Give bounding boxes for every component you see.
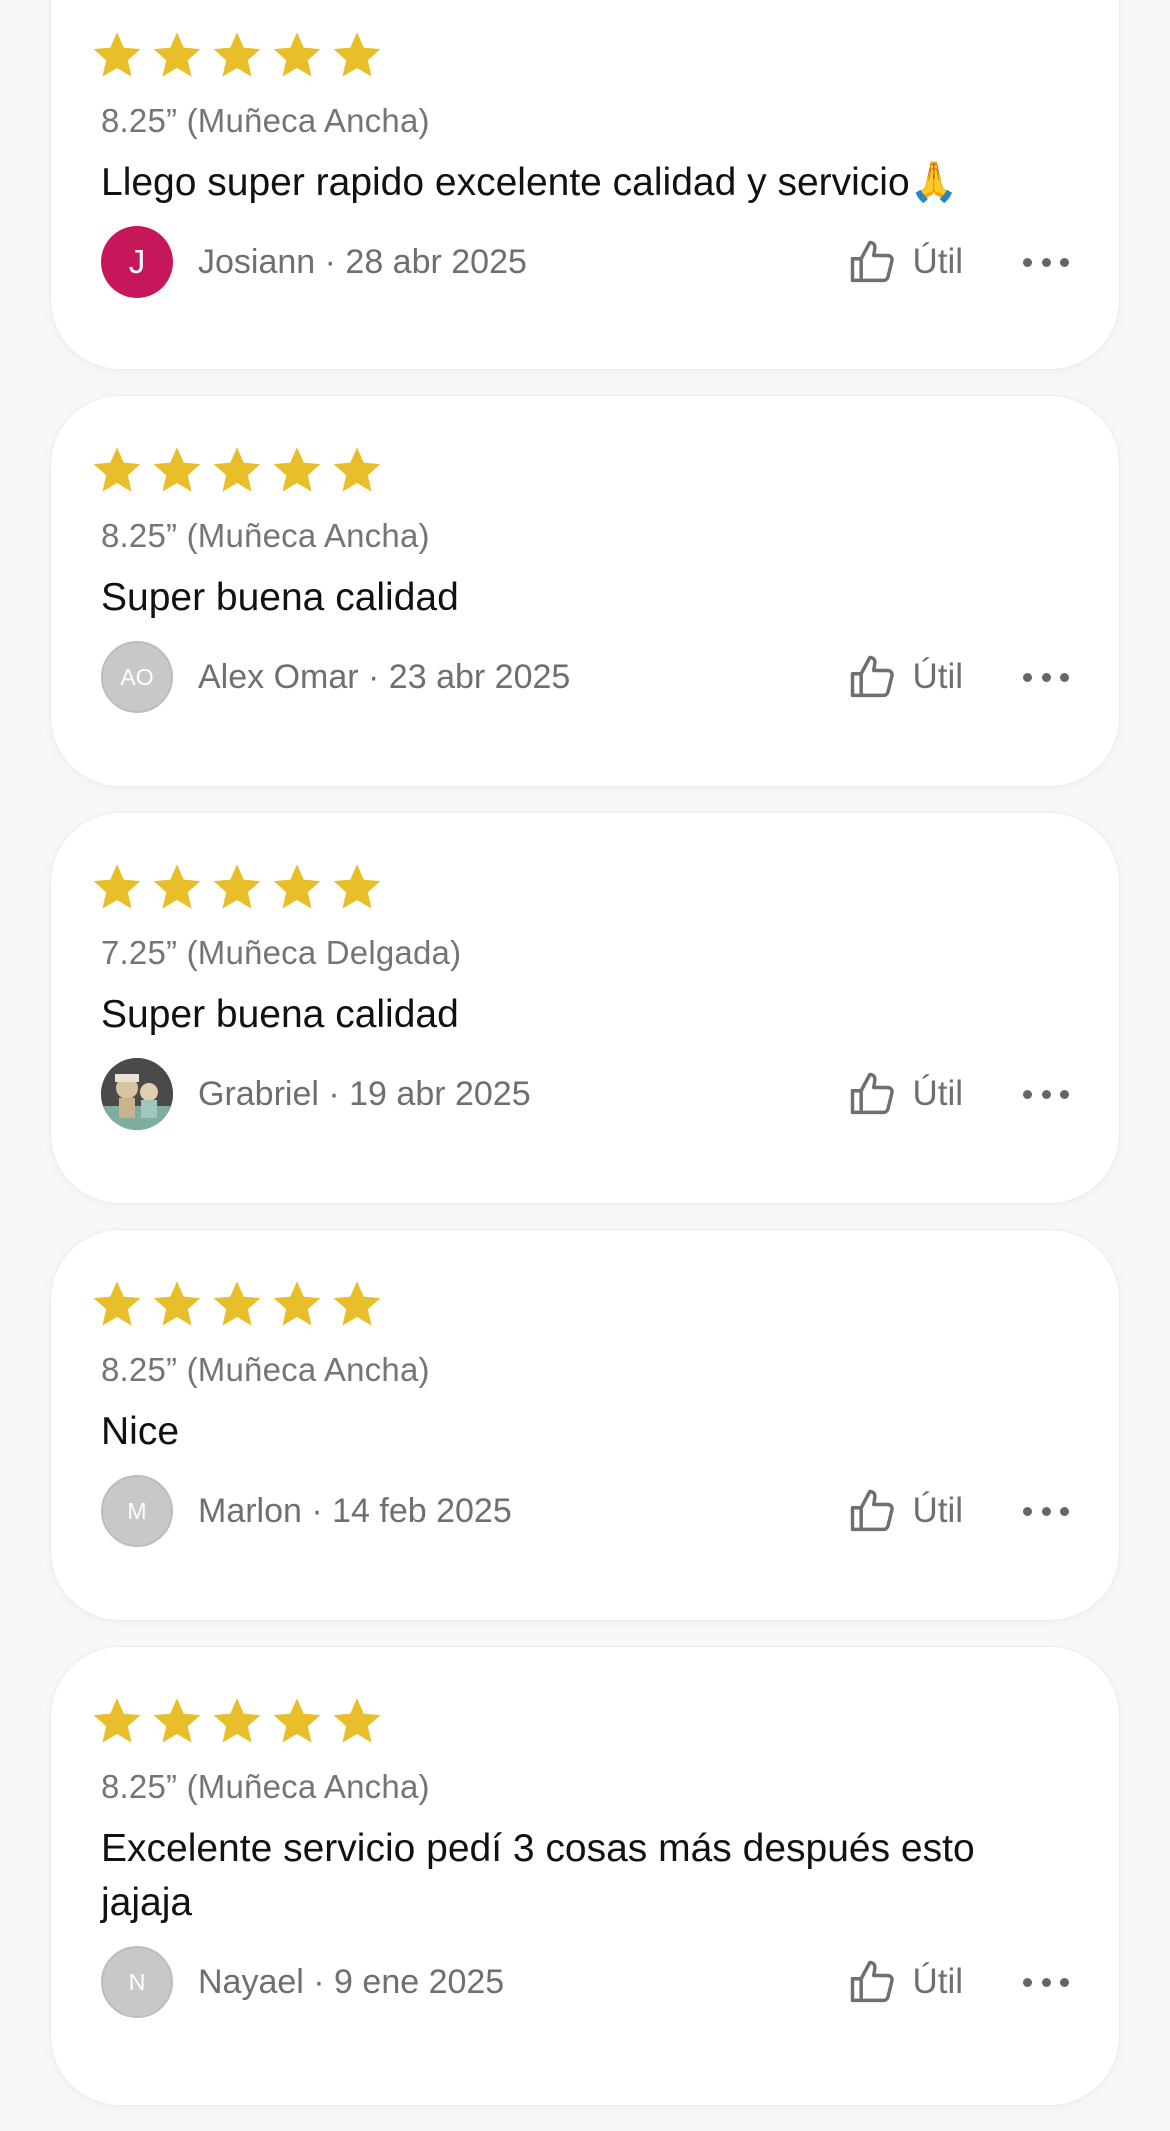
review-variant: 8.25” (Muñeca Ancha) bbox=[101, 102, 430, 139]
helpful-label: Útil bbox=[912, 657, 963, 696]
review-meta: AO Alex Omar · 23 abr 2025 Útil bbox=[91, 641, 1069, 753]
star-icon bbox=[153, 447, 201, 492]
helpful-label: Útil bbox=[912, 1962, 963, 2001]
star-icon bbox=[273, 32, 321, 77]
star-icon bbox=[93, 32, 141, 77]
star-icon bbox=[213, 1698, 261, 1743]
review-card: 8.25” (Muñeca Ancha) Super buena calidad… bbox=[50, 395, 1120, 787]
reviewer-name-date: Grabriel · 19 abr 2025 bbox=[198, 1074, 531, 1113]
star-icon bbox=[213, 864, 261, 909]
avatar[interactable]: M bbox=[101, 1475, 173, 1547]
avatar-photo-image bbox=[101, 1058, 173, 1130]
star-icon bbox=[273, 1698, 321, 1743]
reviewer-name-date: Nayael · 9 ene 2025 bbox=[198, 1962, 505, 2001]
star-icon bbox=[93, 447, 141, 492]
avatar[interactable]: N bbox=[101, 1946, 173, 2018]
star-icon bbox=[153, 1698, 201, 1743]
thumbs-up-icon bbox=[851, 1489, 895, 1532]
star-icon bbox=[153, 1281, 201, 1326]
avatar[interactable]: AO bbox=[101, 641, 173, 713]
review-meta: N Nayael · 9 ene 2025 Útil bbox=[91, 1946, 1069, 2058]
more-options-icon[interactable] bbox=[1023, 1087, 1069, 1101]
helpful-label: Útil bbox=[912, 1074, 963, 1113]
helpful-label: Útil bbox=[912, 242, 963, 281]
review-text: Super buena calidad bbox=[101, 993, 459, 1036]
star-icon bbox=[333, 864, 381, 909]
star-icon bbox=[153, 32, 201, 77]
thumbs-up-icon bbox=[851, 1072, 895, 1115]
star-rating bbox=[91, 1647, 1069, 1750]
thumbs-up-icon bbox=[851, 240, 895, 283]
helpful-button[interactable]: Útil bbox=[846, 1956, 963, 2008]
review-card: 8.25” (Muñeca Ancha) Nice M Marlon · 14 … bbox=[50, 1229, 1120, 1621]
more-options-icon[interactable] bbox=[1023, 670, 1069, 684]
helpful-button[interactable]: Útil bbox=[846, 1485, 963, 1537]
avatar[interactable]: J bbox=[101, 226, 173, 298]
star-rating bbox=[91, 813, 1069, 916]
star-icon bbox=[273, 447, 321, 492]
helpful-button[interactable]: Útil bbox=[846, 236, 963, 288]
review-variant: 7.25” (Muñeca Delgada) bbox=[101, 934, 462, 971]
star-icon bbox=[93, 1281, 141, 1326]
star-icon bbox=[153, 864, 201, 909]
review-variant: 8.25” (Muñeca Ancha) bbox=[101, 1351, 430, 1388]
helpful-label: Útil bbox=[912, 1491, 963, 1530]
star-rating bbox=[91, 0, 1069, 84]
review-meta: M Marlon · 14 feb 2025 Útil bbox=[91, 1475, 1069, 1587]
thumbs-up-icon bbox=[851, 655, 895, 698]
avatar-photo[interactable] bbox=[101, 1058, 173, 1130]
star-icon bbox=[273, 864, 321, 909]
reviewer-name-date: Alex Omar · 23 abr 2025 bbox=[198, 657, 571, 696]
review-variant: 8.25” (Muñeca Ancha) bbox=[101, 1768, 430, 1805]
star-rating bbox=[91, 396, 1069, 499]
star-icon bbox=[93, 1698, 141, 1743]
review-card: 7.25” (Muñeca Delgada) Super buena calid… bbox=[50, 812, 1120, 1204]
helpful-button[interactable]: Útil bbox=[846, 651, 963, 703]
more-options-icon[interactable] bbox=[1023, 1975, 1069, 1989]
thumbs-up-icon bbox=[851, 1960, 895, 2003]
star-icon bbox=[213, 1281, 261, 1326]
star-icon bbox=[333, 32, 381, 77]
review-list: 8.25” (Muñeca Ancha) Llego super rapido … bbox=[50, 0, 1120, 2131]
more-options-icon[interactable] bbox=[1023, 1504, 1069, 1518]
star-icon bbox=[333, 1698, 381, 1743]
review-card: 8.25” (Muñeca Ancha) Llego super rapido … bbox=[50, 0, 1120, 370]
review-text: Llego super rapido excelente calidad y s… bbox=[101, 161, 959, 204]
more-options-icon[interactable] bbox=[1023, 255, 1069, 269]
star-icon bbox=[213, 447, 261, 492]
review-text: Super buena calidad bbox=[101, 576, 459, 619]
star-icon bbox=[273, 1281, 321, 1326]
reviewer-name-date: Marlon · 14 feb 2025 bbox=[198, 1491, 512, 1530]
star-icon bbox=[93, 864, 141, 909]
review-meta: J Josiann · 28 abr 2025 Útil bbox=[91, 226, 1069, 338]
reviewer-name-date: Josiann · 28 abr 2025 bbox=[198, 242, 527, 281]
helpful-button[interactable]: Útil bbox=[846, 1068, 963, 1120]
review-variant: 8.25” (Muñeca Ancha) bbox=[101, 517, 430, 554]
star-rating bbox=[91, 1230, 1069, 1333]
review-text: Excelente servicio pedí 3 cosas más desp… bbox=[101, 1827, 975, 1924]
review-meta: Grabriel · 19 abr 2025 Útil bbox=[91, 1058, 1069, 1170]
star-icon bbox=[213, 32, 261, 77]
star-icon bbox=[333, 447, 381, 492]
star-icon bbox=[333, 1281, 381, 1326]
review-text: Nice bbox=[101, 1410, 180, 1453]
review-card: 8.25” (Muñeca Ancha) Excelente servicio … bbox=[50, 1646, 1120, 2106]
